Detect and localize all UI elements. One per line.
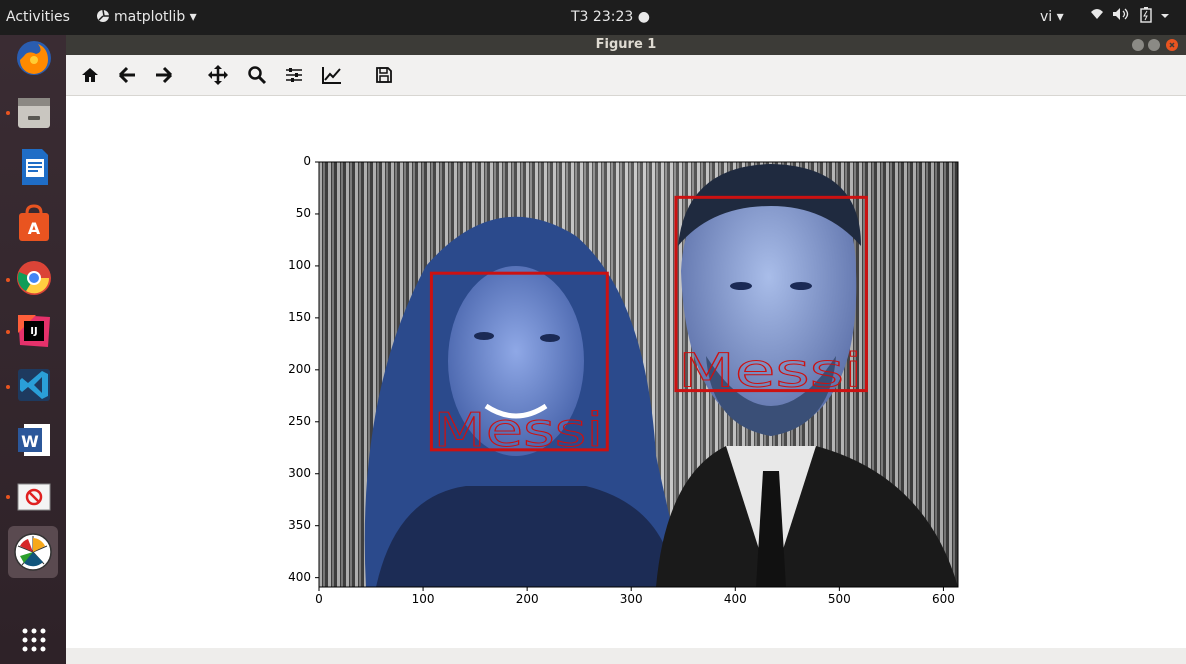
configure-subplots-icon[interactable] (280, 61, 308, 89)
battery-icon[interactable] (1140, 7, 1152, 27)
app-menu[interactable]: matplotlib ▾ (114, 9, 197, 25)
y-tick-label: 350 (288, 517, 311, 532)
pan-move-icon[interactable] (204, 61, 232, 89)
show-apps-icon[interactable] (14, 620, 54, 660)
y-tick-label: 50 (295, 205, 311, 220)
edit-axes-line-icon[interactable] (318, 61, 346, 89)
ubuntu-dock: A IJ W (0, 35, 66, 664)
window-title-bar[interactable]: Figure 1 (66, 35, 1186, 55)
y-tick-label: 250 (288, 413, 311, 428)
close-button[interactable] (1166, 39, 1178, 51)
y-tick-label: 150 (288, 309, 311, 324)
home-icon[interactable] (76, 61, 104, 89)
save-floppy-icon[interactable] (370, 61, 398, 89)
word-icon[interactable]: W (14, 420, 54, 460)
status-bar (66, 648, 1186, 664)
system-menu-chevron-icon[interactable] (1160, 9, 1170, 25)
x-tick-label: 400 (723, 592, 747, 606)
software-icon[interactable]: A (14, 203, 54, 243)
forward-arrow-icon[interactable] (150, 61, 178, 89)
vscode-icon[interactable] (14, 365, 54, 405)
x-tick-label: 600 (931, 592, 955, 606)
window-title: Figure 1 (595, 37, 657, 52)
chrome-icon[interactable] (14, 258, 54, 298)
y-tick-label: 400 (288, 569, 311, 584)
y-tick-label: 200 (288, 361, 311, 376)
activities-button[interactable]: Activities (6, 9, 70, 25)
plot-svg: Messi Messi (315, 161, 959, 591)
writer-icon[interactable] (14, 147, 54, 187)
zoom-magnifier-icon[interactable] (243, 61, 271, 89)
intellij-icon[interactable]: IJ (14, 311, 54, 351)
blocked-app-icon[interactable] (14, 476, 54, 516)
clock[interactable]: T3 23:23 ● (571, 9, 650, 25)
svg-text:W: W (21, 432, 39, 451)
x-tick-label: 300 (619, 592, 643, 606)
svg-text:A: A (28, 219, 41, 238)
matplotlib-app-icon[interactable] (8, 526, 58, 578)
maximize-button[interactable] (1148, 39, 1160, 51)
x-tick-label: 100 (411, 592, 435, 606)
keyboard-layout[interactable]: vi ▾ (1040, 9, 1064, 25)
y-tick-label: 100 (288, 257, 311, 272)
firefox-icon[interactable] (14, 38, 54, 78)
x-tick-label: 200 (515, 592, 539, 606)
y-tick-label: 0 (303, 154, 311, 168)
y-tick-label: 300 (288, 465, 311, 480)
minimize-button[interactable] (1132, 39, 1144, 51)
figure-canvas[interactable]: Messi Messi 0 50 100 150 200 250 300 350 400 0 100… (66, 96, 1186, 648)
volume-icon[interactable] (1112, 7, 1130, 25)
face-label: Messi (433, 403, 603, 457)
back-arrow-icon[interactable] (113, 61, 141, 89)
face-label: Messi (678, 344, 862, 398)
app-menu-icon[interactable] (96, 9, 110, 25)
files-icon[interactable] (14, 92, 54, 132)
x-tick-label: 0 (315, 592, 323, 606)
top-bar: Activities matplotlib ▾ T3 23:23 ● vi ▾ (0, 0, 1186, 35)
matplotlib-toolbar (66, 55, 1186, 96)
svg-text:IJ: IJ (30, 326, 37, 337)
x-tick-label: 500 (827, 592, 851, 606)
wifi-icon[interactable] (1090, 7, 1104, 25)
